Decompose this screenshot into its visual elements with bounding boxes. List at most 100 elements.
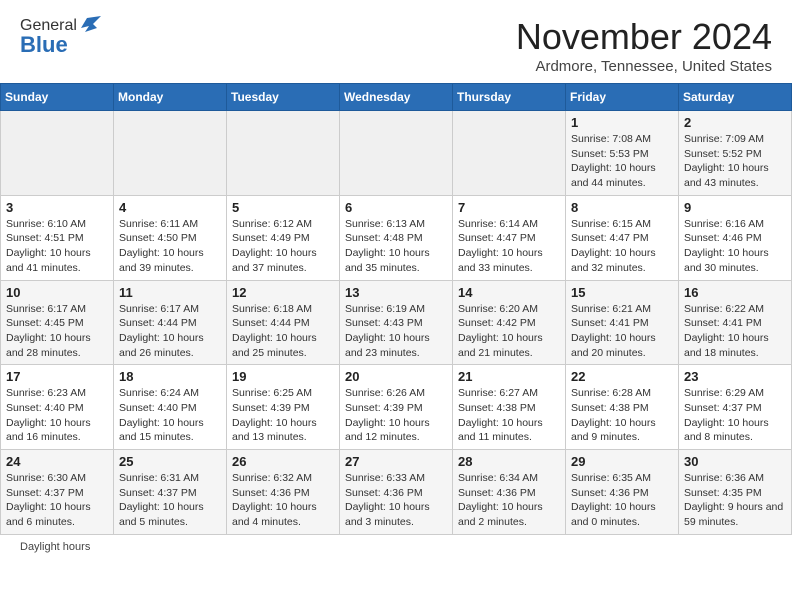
day-info: Sunrise: 6:33 AM Sunset: 4:36 PM Dayligh… (345, 471, 447, 530)
calendar-cell: 3Sunrise: 6:10 AM Sunset: 4:51 PM Daylig… (1, 195, 114, 280)
day-info: Sunrise: 6:25 AM Sunset: 4:39 PM Dayligh… (232, 386, 334, 445)
day-number: 10 (6, 285, 108, 300)
day-number: 1 (571, 115, 673, 130)
col-header-tuesday: Tuesday (227, 84, 340, 111)
calendar-cell (114, 111, 227, 196)
calendar-table: SundayMondayTuesdayWednesdayThursdayFrid… (0, 83, 792, 535)
calendar-cell: 1 Sunrise: 7:08 AM Sunset: 5:53 PM Daylig… (566, 111, 679, 196)
day-info: Sunrise: 6:27 AM Sunset: 4:38 PM Dayligh… (458, 386, 560, 445)
calendar-cell: 17Sunrise: 6:23 AM Sunset: 4:40 PM Dayli… (1, 365, 114, 450)
day-info: Sunrise: 7:08 AM Sunset: 5:53 PM Dayligh… (571, 132, 673, 191)
day-number: 20 (345, 369, 447, 384)
day-info: Sunrise: 6:24 AM Sunset: 4:40 PM Dayligh… (119, 386, 221, 445)
calendar-cell: 22Sunrise: 6:28 AM Sunset: 4:38 PM Dayli… (566, 365, 679, 450)
day-number: 7 (458, 200, 560, 215)
col-header-monday: Monday (114, 84, 227, 111)
day-info: Sunrise: 6:17 AM Sunset: 4:44 PM Dayligh… (119, 302, 221, 361)
month-title: November 2024 (516, 16, 772, 58)
day-info: Sunrise: 6:18 AM Sunset: 4:44 PM Dayligh… (232, 302, 334, 361)
location-text: Ardmore, Tennessee, United States (516, 58, 772, 75)
calendar-cell: 29 Sunrise: 6:35 AM Sunset: 4:36 PM Dayli… (566, 450, 679, 535)
logo-bird-icon (79, 14, 101, 36)
calendar-legend: Daylight hours (0, 535, 792, 561)
day-number: 13 (345, 285, 447, 300)
calendar-cell: 23Sunrise: 6:29 AM Sunset: 4:37 PM Dayli… (679, 365, 792, 450)
col-header-wednesday: Wednesday (340, 84, 453, 111)
calendar-week-1: 1 Sunrise: 7:08 AM Sunset: 5:53 PM Daylig… (1, 111, 792, 196)
day-info: Sunrise: 6:13 AM Sunset: 4:48 PM Dayligh… (345, 217, 447, 276)
calendar-week-5: 24 Sunrise: 6:30 AM Sunset: 4:37 PM Dayli… (1, 450, 792, 535)
day-number: 18 (119, 369, 221, 384)
calendar-cell: 9 Sunrise: 6:16 AM Sunset: 4:46 PM Daylig… (679, 195, 792, 280)
calendar-cell: 15 Sunrise: 6:21 AM Sunset: 4:41 PM Dayli… (566, 280, 679, 365)
day-info: Sunrise: 6:31 AM Sunset: 4:37 PM Dayligh… (119, 471, 221, 530)
daylight-hours-label: Daylight hours (20, 541, 90, 553)
day-number: 23 (684, 369, 786, 384)
calendar-cell: 18 Sunrise: 6:24 AM Sunset: 4:40 PM Dayli… (114, 365, 227, 450)
day-info: Sunrise: 6:20 AM Sunset: 4:42 PM Dayligh… (458, 302, 560, 361)
day-number: 14 (458, 285, 560, 300)
logo-blue-text: Blue (20, 32, 68, 58)
day-number: 19 (232, 369, 334, 384)
calendar-cell: 8 Sunrise: 6:15 AM Sunset: 4:47 PM Daylig… (566, 195, 679, 280)
day-info: Sunrise: 6:22 AM Sunset: 4:41 PM Dayligh… (684, 302, 786, 361)
header-row: SundayMondayTuesdayWednesdayThursdayFrid… (1, 84, 792, 111)
day-number: 15 (571, 285, 673, 300)
day-number: 21 (458, 369, 560, 384)
day-number: 3 (6, 200, 108, 215)
calendar-body: 1 Sunrise: 7:08 AM Sunset: 5:53 PM Daylig… (1, 111, 792, 535)
day-info: Sunrise: 6:32 AM Sunset: 4:36 PM Dayligh… (232, 471, 334, 530)
day-number: 9 (684, 200, 786, 215)
day-info: Sunrise: 6:28 AM Sunset: 4:38 PM Dayligh… (571, 386, 673, 445)
day-info: Sunrise: 7:09 AM Sunset: 5:52 PM Dayligh… (684, 132, 786, 191)
day-number: 25 (119, 454, 221, 469)
day-info: Sunrise: 6:12 AM Sunset: 4:49 PM Dayligh… (232, 217, 334, 276)
day-info: Sunrise: 6:21 AM Sunset: 4:41 PM Dayligh… (571, 302, 673, 361)
calendar-cell: 5 Sunrise: 6:12 AM Sunset: 4:49 PM Daylig… (227, 195, 340, 280)
calendar-cell: 2Sunrise: 7:09 AM Sunset: 5:52 PM Daylig… (679, 111, 792, 196)
calendar-header: SundayMondayTuesdayWednesdayThursdayFrid… (1, 84, 792, 111)
day-info: Sunrise: 6:11 AM Sunset: 4:50 PM Dayligh… (119, 217, 221, 276)
calendar-cell: 27 Sunrise: 6:33 AM Sunset: 4:36 PM Dayli… (340, 450, 453, 535)
day-info: Sunrise: 6:30 AM Sunset: 4:37 PM Dayligh… (6, 471, 108, 530)
calendar-cell: 24 Sunrise: 6:30 AM Sunset: 4:37 PM Dayli… (1, 450, 114, 535)
day-info: Sunrise: 6:35 AM Sunset: 4:36 PM Dayligh… (571, 471, 673, 530)
calendar-cell (453, 111, 566, 196)
title-area: November 2024 Ardmore, Tennessee, United… (516, 16, 772, 75)
day-number: 29 (571, 454, 673, 469)
day-number: 4 (119, 200, 221, 215)
calendar-cell: 7Sunrise: 6:14 AM Sunset: 4:47 PM Daylig… (453, 195, 566, 280)
calendar-cell: 25 Sunrise: 6:31 AM Sunset: 4:37 PM Dayli… (114, 450, 227, 535)
day-info: Sunrise: 6:17 AM Sunset: 4:45 PM Dayligh… (6, 302, 108, 361)
calendar-cell: 12Sunrise: 6:18 AM Sunset: 4:44 PM Dayli… (227, 280, 340, 365)
day-info: Sunrise: 6:16 AM Sunset: 4:46 PM Dayligh… (684, 217, 786, 276)
col-header-sunday: Sunday (1, 84, 114, 111)
day-number: 5 (232, 200, 334, 215)
calendar-cell: 30Sunrise: 6:36 AM Sunset: 4:35 PM Dayli… (679, 450, 792, 535)
calendar-cell: 28 Sunrise: 6:34 AM Sunset: 4:36 PM Dayli… (453, 450, 566, 535)
col-header-thursday: Thursday (453, 84, 566, 111)
day-number: 8 (571, 200, 673, 215)
calendar-cell: 13Sunrise: 6:19 AM Sunset: 4:43 PM Dayli… (340, 280, 453, 365)
day-number: 11 (119, 285, 221, 300)
day-number: 30 (684, 454, 786, 469)
day-number: 24 (6, 454, 108, 469)
day-info: Sunrise: 6:26 AM Sunset: 4:39 PM Dayligh… (345, 386, 447, 445)
calendar-week-4: 17Sunrise: 6:23 AM Sunset: 4:40 PM Dayli… (1, 365, 792, 450)
calendar-cell: 6Sunrise: 6:13 AM Sunset: 4:48 PM Daylig… (340, 195, 453, 280)
calendar-cell (340, 111, 453, 196)
day-number: 16 (684, 285, 786, 300)
calendar-cell: 16 Sunrise: 6:22 AM Sunset: 4:41 PM Dayli… (679, 280, 792, 365)
day-number: 26 (232, 454, 334, 469)
day-info: Sunrise: 6:15 AM Sunset: 4:47 PM Dayligh… (571, 217, 673, 276)
col-header-saturday: Saturday (679, 84, 792, 111)
day-number: 28 (458, 454, 560, 469)
calendar-cell: 4 Sunrise: 6:11 AM Sunset: 4:50 PM Daylig… (114, 195, 227, 280)
day-info: Sunrise: 6:34 AM Sunset: 4:36 PM Dayligh… (458, 471, 560, 530)
calendar-cell: 14 Sunrise: 6:20 AM Sunset: 4:42 PM Dayli… (453, 280, 566, 365)
day-number: 17 (6, 369, 108, 384)
page-header: General Blue November 2024 Ardmore, Tenn… (0, 0, 792, 83)
col-header-friday: Friday (566, 84, 679, 111)
calendar-cell: 26 Sunrise: 6:32 AM Sunset: 4:36 PM Dayli… (227, 450, 340, 535)
day-number: 27 (345, 454, 447, 469)
